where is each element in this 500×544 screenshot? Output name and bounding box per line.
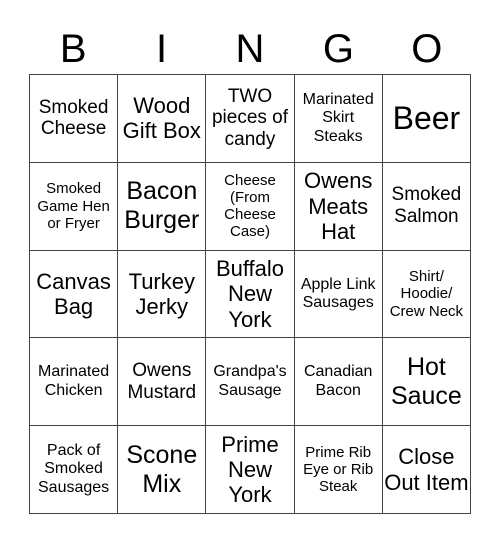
header-letter-n: N: [235, 27, 265, 71]
bingo-cell[interactable]: Bacon Burger: [118, 162, 207, 251]
bingo-cell[interactable]: Marinated Skirt Steaks: [294, 75, 383, 163]
bingo-cell[interactable]: Shirt/ Hoodie/ Crew Neck: [382, 250, 471, 339]
bingo-board: Smoked Cheese Wood Gift Box TWO pieces o…: [29, 74, 471, 514]
bingo-cell[interactable]: Canadian Bacon: [294, 338, 383, 427]
bingo-cell[interactable]: Beer: [382, 75, 471, 163]
bingo-cell[interactable]: Smoked Salmon: [382, 162, 471, 251]
header-letter-i: I: [156, 27, 168, 71]
header-letter-g: G: [322, 27, 354, 71]
bingo-header: B I N G O: [29, 24, 471, 74]
bingo-cell[interactable]: Marinated Chicken: [30, 338, 119, 427]
bingo-cell[interactable]: Apple Link Sausages: [294, 250, 383, 339]
bingo-cell[interactable]: Owens Meats Hat: [294, 162, 383, 251]
bingo-cell[interactable]: Close Out Item: [382, 426, 471, 514]
bingo-cell[interactable]: Owens Mustard: [118, 338, 207, 427]
bingo-cell[interactable]: Scone Mix: [118, 426, 207, 514]
bingo-cell[interactable]: Cheese (From Cheese Case): [206, 162, 295, 251]
bingo-cell[interactable]: Hot Sauce: [382, 338, 471, 427]
bingo-cell[interactable]: Pack of Smoked Sausages: [30, 426, 119, 514]
bingo-cell[interactable]: Wood Gift Box: [118, 75, 207, 163]
bingo-cell[interactable]: Prime New York: [206, 426, 295, 514]
bingo-cell[interactable]: Smoked Game Hen or Fryer: [30, 162, 119, 251]
bingo-cell[interactable]: Canvas Bag: [30, 250, 119, 339]
bingo-cell[interactable]: Prime Rib Eye or Rib Steak: [294, 426, 383, 514]
bingo-cell[interactable]: Grandpa's Sausage: [206, 338, 295, 427]
bingo-cell[interactable]: TWO pieces of candy: [206, 75, 295, 163]
header-letter-o: O: [411, 27, 443, 71]
header-letter-b: B: [59, 27, 87, 71]
bingo-cell[interactable]: Turkey Jerky: [118, 250, 207, 339]
bingo-cell[interactable]: Smoked Cheese: [30, 75, 119, 163]
bingo-cell[interactable]: Buffalo New York: [206, 250, 295, 339]
